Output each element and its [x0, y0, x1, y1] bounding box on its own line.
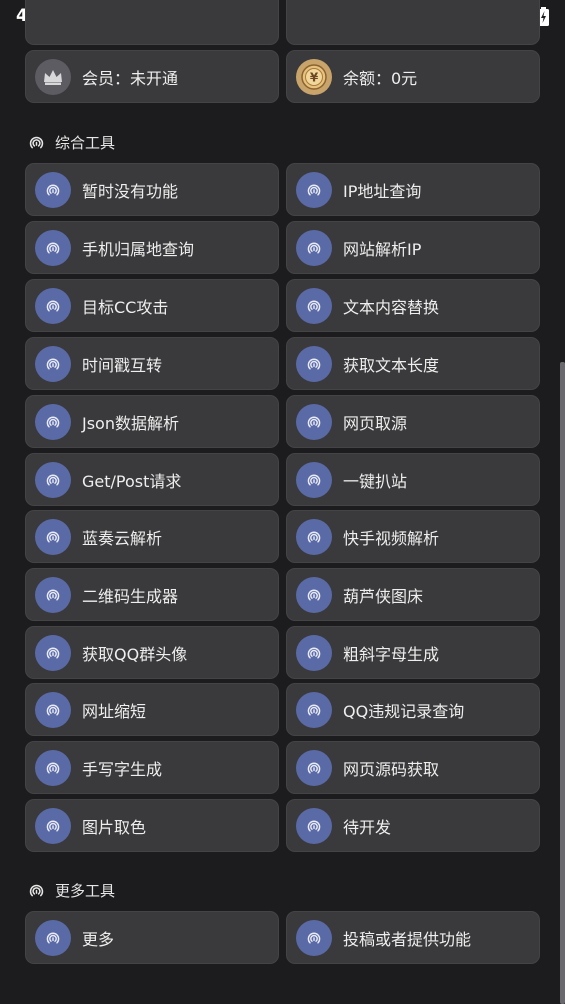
- fingerprint-icon: [35, 749, 71, 786]
- fingerprint-icon: [296, 691, 332, 728]
- crown-icon: [35, 58, 71, 95]
- tool-label: 蓝奏云解析: [82, 528, 163, 548]
- tool-label: 二维码生成器: [82, 586, 179, 606]
- fingerprint-icon: [296, 171, 332, 208]
- tool-card[interactable]: 快手视频解析: [286, 510, 540, 563]
- tool-card[interactable]: 网页源码获取: [286, 741, 540, 794]
- tool-card[interactable]: Get/Post请求: [25, 453, 279, 506]
- fingerprint-icon: [35, 807, 71, 844]
- tool-label: 图片取色: [82, 817, 147, 837]
- tool-card[interactable]: 投稿或者提供功能: [286, 911, 540, 964]
- fingerprint-icon: [296, 749, 332, 786]
- tool-label: 手机归属地查询: [82, 239, 195, 259]
- tool-label: 暂时没有功能: [82, 181, 179, 201]
- tool-label: 网址缩短: [82, 701, 147, 721]
- fingerprint-icon: [35, 287, 71, 324]
- tool-label: 网站解析IP: [343, 239, 422, 259]
- tool-label: 投稿或者提供功能: [343, 929, 472, 949]
- tool-label: 时间戳互转: [82, 355, 163, 375]
- section-title-text: 更多工具: [55, 882, 116, 900]
- coin-icon: ¥: [296, 58, 332, 95]
- tool-label: Json数据解析: [82, 413, 179, 433]
- tool-label: 获取文本长度: [343, 355, 440, 375]
- fingerprint-icon: [35, 171, 71, 208]
- tool-card[interactable]: 二维码生成器: [25, 568, 279, 621]
- card-top-partial-left[interactable]: [25, 0, 279, 45]
- section-title-text: 综合工具: [55, 134, 116, 152]
- tool-card[interactable]: 网站解析IP: [286, 221, 540, 274]
- tool-label: 待开发: [343, 817, 392, 837]
- tool-card[interactable]: Json数据解析: [25, 395, 279, 448]
- tool-card[interactable]: 图片取色: [25, 799, 279, 852]
- tool-card[interactable]: 更多: [25, 911, 279, 964]
- tool-card[interactable]: 暂时没有功能: [25, 163, 279, 216]
- tool-card[interactable]: QQ违规记录查询: [286, 683, 540, 736]
- fingerprint-icon: [296, 461, 332, 498]
- tool-card[interactable]: 网址缩短: [25, 683, 279, 736]
- tool-card[interactable]: 待开发: [286, 799, 540, 852]
- svg-text:¥: ¥: [310, 70, 319, 84]
- tool-card[interactable]: 手写字生成: [25, 741, 279, 794]
- section-title-general-tools: 综合工具: [28, 132, 115, 153]
- tool-card[interactable]: 蓝奏云解析: [25, 510, 279, 563]
- fingerprint-icon: [35, 691, 71, 728]
- tool-label: 手写字生成: [82, 759, 163, 779]
- scrollbar[interactable]: [560, 362, 565, 1004]
- tool-label: 快手视频解析: [343, 528, 440, 548]
- fingerprint-icon: [35, 461, 71, 498]
- card-top-partial-right[interactable]: [286, 0, 540, 45]
- fingerprint-icon: [35, 518, 71, 555]
- fingerprint-icon: [35, 229, 71, 266]
- fingerprint-icon: [35, 576, 71, 613]
- tool-card[interactable]: 目标CC攻击: [25, 279, 279, 332]
- fingerprint-icon: [296, 345, 332, 382]
- fingerprint-icon: [35, 634, 71, 671]
- screen: 4:30 A 会员：未开通 ¥ 余额：0元 综合工具 暂时没有功能 IP地址查询…: [0, 0, 565, 1004]
- tool-label: 网页取源: [343, 413, 408, 433]
- tool-card[interactable]: 粗斜字母生成: [286, 626, 540, 679]
- tool-card[interactable]: 一键扒站: [286, 453, 540, 506]
- tool-card[interactable]: 获取QQ群头像: [25, 626, 279, 679]
- fingerprint-icon: [296, 518, 332, 555]
- balance-card[interactable]: ¥ 余额：0元: [286, 50, 540, 103]
- membership-card[interactable]: 会员：未开通: [25, 50, 279, 103]
- tool-card[interactable]: 时间戳互转: [25, 337, 279, 390]
- fingerprint-icon: [296, 229, 332, 266]
- balance-label: 余额：0元: [343, 68, 418, 88]
- tool-label: 葫芦侠图床: [343, 586, 424, 606]
- fingerprint-icon: [35, 403, 71, 440]
- tool-card[interactable]: 网页取源: [286, 395, 540, 448]
- tool-label: 文本内容替换: [343, 297, 440, 317]
- fingerprint-icon: [28, 882, 45, 899]
- fingerprint-icon: [296, 807, 332, 844]
- section-title-more-tools: 更多工具: [28, 880, 115, 901]
- tool-card[interactable]: IP地址查询: [286, 163, 540, 216]
- tool-card[interactable]: 文本内容替换: [286, 279, 540, 332]
- tool-label: QQ违规记录查询: [343, 701, 465, 721]
- fingerprint-icon: [35, 919, 71, 956]
- tool-label: 更多: [82, 929, 115, 949]
- tool-label: Get/Post请求: [82, 471, 182, 491]
- fingerprint-icon: [296, 403, 332, 440]
- tool-label: 目标CC攻击: [82, 297, 169, 317]
- tool-card[interactable]: 手机归属地查询: [25, 221, 279, 274]
- tool-label: 获取QQ群头像: [82, 644, 188, 664]
- fingerprint-icon: [296, 919, 332, 956]
- fingerprint-icon: [296, 576, 332, 613]
- fingerprint-icon: [28, 134, 45, 151]
- tool-label: 一键扒站: [343, 471, 408, 491]
- tool-label: IP地址查询: [343, 181, 422, 201]
- fingerprint-icon: [296, 287, 332, 324]
- fingerprint-icon: [35, 345, 71, 382]
- tool-label: 粗斜字母生成: [343, 644, 440, 664]
- fingerprint-icon: [296, 634, 332, 671]
- tool-label: 网页源码获取: [343, 759, 440, 779]
- membership-label: 会员：未开通: [82, 68, 179, 88]
- tool-card[interactable]: 获取文本长度: [286, 337, 540, 390]
- tool-card[interactable]: 葫芦侠图床: [286, 568, 540, 621]
